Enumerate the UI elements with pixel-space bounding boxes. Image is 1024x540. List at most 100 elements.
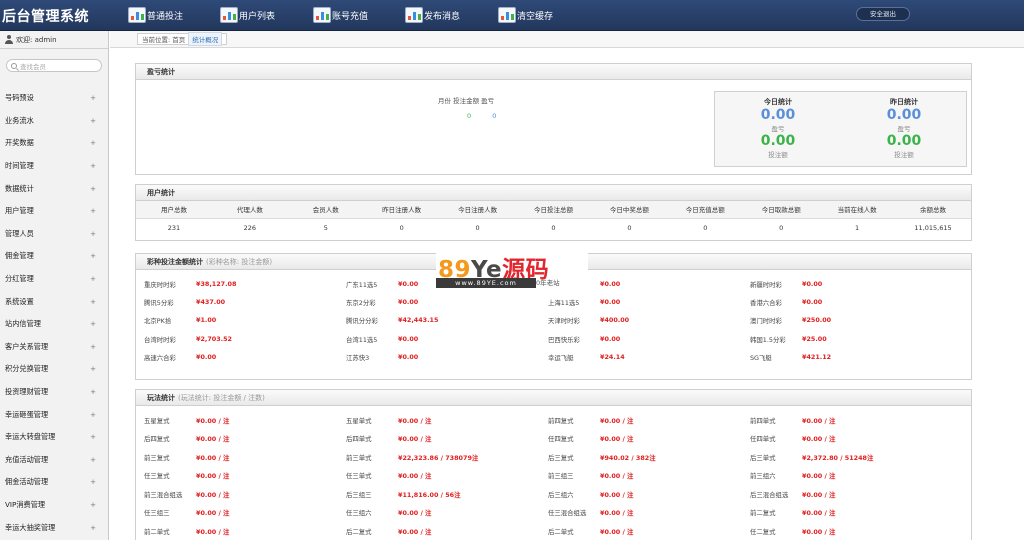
stat-cell: 前二单式 ¥0.00 / 注 (144, 527, 346, 536)
member-search-input[interactable]: 查找会员 (6, 59, 102, 72)
stat-cell: 后三复式 ¥940.02 / 382注 (548, 453, 750, 462)
stat-name: 后四复式 (144, 435, 170, 444)
stat-cell: 任三组三 ¥0.00 / 注 (144, 508, 346, 517)
expand-icon: + (90, 365, 96, 374)
sidebar-item[interactable]: 管理人员 + (0, 223, 108, 246)
nav-button[interactable]: 发布消息 (405, 4, 460, 26)
panel-title-text: 玩法统计 (147, 393, 175, 402)
stat-name: 韩国1.5分彩 (750, 335, 786, 344)
nav-button[interactable]: 账号充值 (313, 4, 368, 26)
stat-cell: 后三混合组选 ¥0.00 / 注 (750, 490, 952, 499)
breadcrumb-current: 统计概况 (188, 32, 223, 46)
expand-icon: + (90, 252, 96, 261)
sidebar-item[interactable]: 佣金管理 + (0, 245, 108, 268)
sidebar-item-label: 业务流水 (5, 115, 34, 125)
table-cell: 0 (399, 223, 404, 232)
expand-icon: + (90, 523, 96, 532)
sidebar-item[interactable]: 站内信管理 + (0, 313, 108, 336)
stat-name: 后二复式 (346, 527, 372, 536)
stat-name: 任四复式 (548, 435, 574, 444)
sidebar-item[interactable]: 幸运大转盘管理 + (0, 426, 108, 449)
stat-name: 前三组六 (750, 472, 776, 481)
expand-icon: + (90, 297, 96, 306)
sidebar: 欢迎: admin 查找会员 号码预设 + 业务流水 + 开奖数据 + 时间管理 + 数据统计 +… (0, 31, 109, 540)
stat-value: ¥0.00 / 注 (802, 472, 836, 481)
expand-icon: + (90, 229, 96, 238)
stat-value: ¥0.00 (398, 353, 419, 362)
sidebar-item-label: 号码预设 (5, 93, 34, 103)
column-header: 今日取款总额 (743, 201, 820, 219)
stat-name: 前三组三 (548, 472, 574, 481)
breadcrumb-prefix[interactable]: 当前位置: 首页 (142, 34, 185, 44)
sidebar-item[interactable]: 分红管理 + (0, 268, 108, 291)
sidebar-item-label: 幸运大抽奖管理 (5, 522, 56, 532)
table-cell: 11,015,615 (914, 223, 952, 232)
stat-cell: 后三组三 ¥11,816.00 / 56注 (346, 490, 548, 499)
sidebar-item[interactable]: 时间管理 + (0, 155, 108, 178)
app-title: 后台管理系统 (2, 9, 89, 25)
stat-cell: 五星复式 ¥0.00 / 注 (144, 416, 346, 425)
stat-value: ¥0.00 / 注 (196, 527, 230, 536)
stat-value: ¥0.00 / 注 (196, 416, 230, 425)
nav-button[interactable]: 普通投注 (128, 4, 183, 26)
stat-row: 高速六合彩 ¥0.00 江苏快3 ¥0.00 幸运飞艇 ¥24.14 SG飞艇 ¥421.12 (144, 349, 970, 367)
sidebar-item[interactable]: 系统设置 + (0, 290, 108, 313)
stat-value: ¥38,127.08 (196, 279, 237, 288)
stat-name: 台湾时时彩 (144, 335, 176, 344)
sidebar-item[interactable]: 投资理财管理 + (0, 381, 108, 404)
sidebar-item[interactable]: 佣金活动管理 + (0, 471, 108, 494)
stat-name: 东京2分彩 (346, 299, 376, 308)
nav-button[interactable]: 清空缓存 (498, 4, 553, 26)
sidebar-item[interactable]: VIP消费管理 + (0, 494, 108, 517)
sidebar-item-label: 积分兑换管理 (5, 364, 49, 374)
watermark-tag: 0年老站 (536, 279, 560, 287)
yesterday-title: 昨日统计 (890, 98, 918, 106)
stat-value: ¥0.00 / 注 (802, 509, 836, 518)
sidebar-item[interactable]: 幸运大抽奖管理 + (0, 516, 108, 539)
table-cell: 231 (167, 223, 181, 232)
stat-value: ¥0.00 / 注 (398, 472, 432, 481)
sidebar-item[interactable]: 客户关系管理 + (0, 336, 108, 359)
stat-row: 任三组三 ¥0.00 / 注 任三组六 ¥0.00 / 注 任三混合组选 ¥0.00 / … (144, 504, 970, 523)
stat-cell: 前三单式 ¥22,323.86 / 738079注 (346, 453, 548, 462)
column-header: 用户总数 (136, 201, 212, 219)
stat-row: 腾讯5分彩 ¥437.00 东京2分彩 ¥0.00 上海11选5 ¥0.00 香港六合彩 ¥0… (144, 293, 970, 311)
sidebar-item[interactable]: 幸运砸蛋管理 + (0, 403, 108, 426)
chart-icon (405, 7, 423, 23)
sidebar-item[interactable]: 积分兑换管理 + (0, 358, 108, 381)
stat-cell: 前二复式 ¥0.00 / 注 (750, 508, 952, 517)
nav-button[interactable]: 用户列表 (220, 4, 275, 26)
panel-subtitle: (彩种名称: 投注金额) (206, 257, 273, 266)
column-header: 昨日注册人数 (363, 201, 440, 219)
stat-value: ¥421.12 (802, 353, 832, 362)
stat-cell: 幸运飞艇 ¥24.14 (548, 353, 750, 362)
stat-value: ¥0.00 / 注 (802, 416, 836, 425)
stat-value: ¥0.00 (600, 334, 621, 343)
panel-title-text: 彩种投注金额统计 (147, 257, 203, 266)
yesterday-profit: 0.00 (886, 107, 922, 123)
stat-cell: 任三混合组选 ¥0.00 / 注 (548, 508, 750, 517)
sidebar-item[interactable]: 用户管理 + (0, 200, 108, 223)
stat-value: ¥2,372.80 / 51248注 (802, 453, 874, 462)
stat-name: 前三混合组选 (144, 490, 183, 499)
sidebar-item[interactable]: 数据统计 + (0, 177, 108, 200)
today-bet-label: 投注额 (768, 151, 788, 159)
stat-row: 前二单式 ¥0.00 / 注后二复式 ¥0.00 / 注后二单式 ¥0.00 / 注任… (144, 522, 970, 540)
stat-cell: 前四复式 ¥0.00 / 注 (548, 416, 750, 425)
yesterday-stats: 昨日统计 0.00 盈亏 0.00 投注额 (841, 97, 967, 159)
sidebar-item[interactable]: 充值活动管理 + (0, 449, 108, 472)
stat-cell: 前三复式 ¥0.00 / 注 (144, 453, 346, 462)
sidebar-item[interactable]: 开奖数据 + (0, 132, 108, 155)
stat-name: 高速六合彩 (144, 354, 176, 363)
stat-name: 腾讯分分彩 (346, 317, 378, 326)
table-cell: 5 (323, 223, 328, 232)
sidebar-item[interactable]: 号码预设 + (0, 87, 108, 110)
sidebar-item-label: 幸运大转盘管理 (5, 432, 56, 442)
stat-value: ¥0.00 / 注 (398, 435, 432, 444)
logout-button[interactable]: 安全退出 (856, 7, 910, 21)
sidebar-item[interactable]: 业务流水 + (0, 110, 108, 133)
stat-name: 前二复式 (750, 509, 776, 518)
stat-name: 新疆时时彩 (750, 280, 782, 289)
stat-name: 后四单式 (346, 435, 372, 444)
user-stats-panel: 用户统计 用户总数 代理人数 会员人数 昨日注册人数 今日注册人数 今日投注总额 今日中奖总… (135, 184, 972, 241)
